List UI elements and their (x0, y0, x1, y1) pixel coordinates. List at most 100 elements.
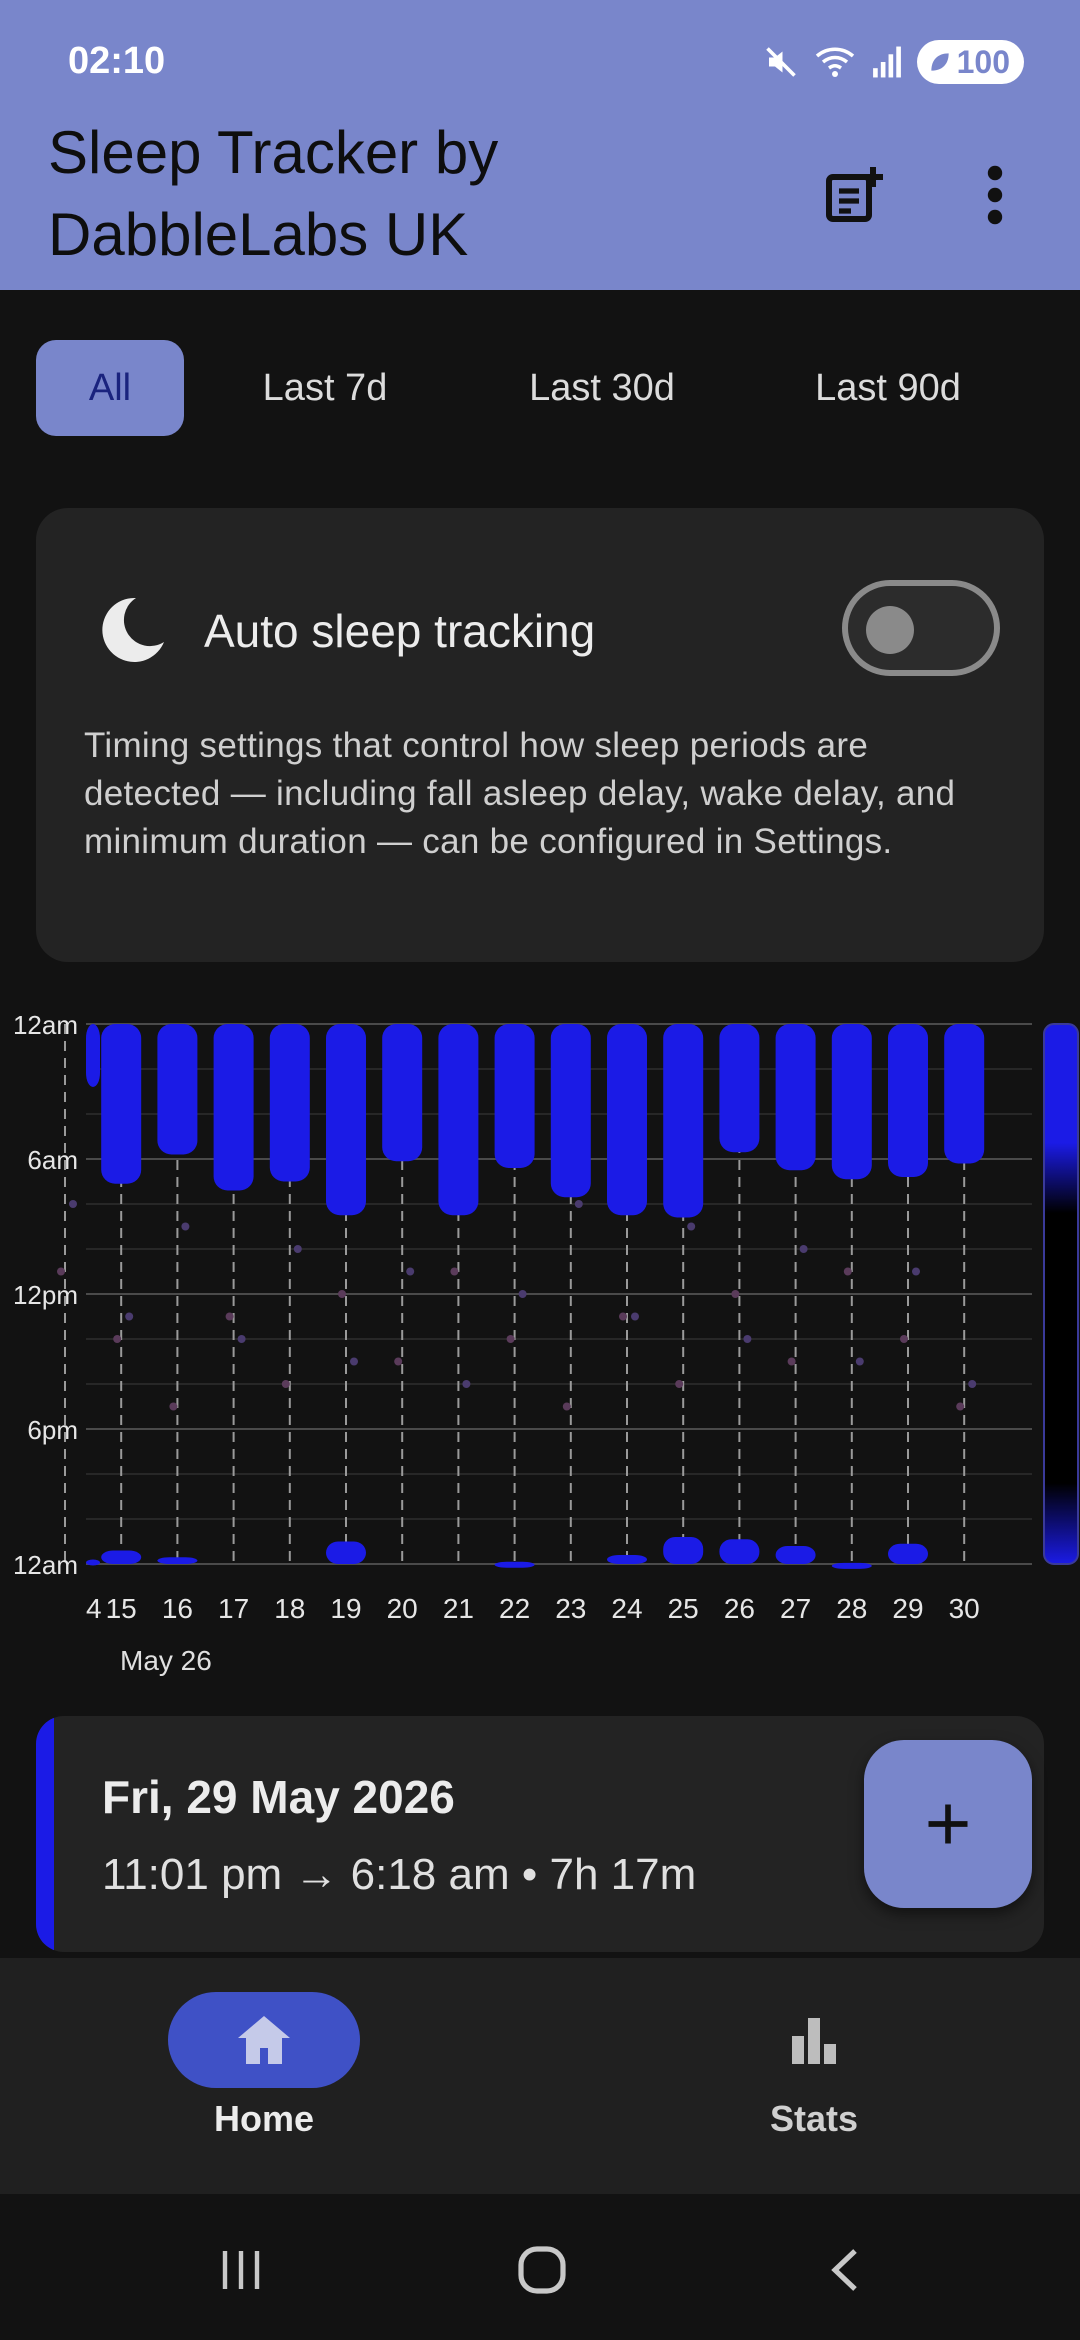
x-tick-label: 16 (162, 1593, 193, 1624)
activity-dot (181, 1222, 190, 1231)
activity-dot (394, 1357, 403, 1366)
sleep-bar[interactable] (213, 1024, 254, 1191)
sleep-bar[interactable] (101, 1024, 142, 1184)
nav-stats[interactable]: Stats (664, 1992, 964, 2140)
activity-dot (293, 1245, 302, 1253)
sleep-bar[interactable] (719, 1024, 760, 1153)
sleep-start-bar[interactable] (888, 1543, 928, 1564)
x-tick-label: 4 (86, 1593, 102, 1624)
sleep-bar[interactable] (550, 1024, 591, 1198)
activity-dot (687, 1222, 696, 1231)
chart-scrollbar[interactable] (1043, 1023, 1079, 1565)
battery-indicator: 100 (916, 40, 1024, 84)
sleep-chart: 12am 6am 12pm 6pm 12am 4 15 16 17 18 19 20 21 22 23 24… (0, 1000, 1080, 1690)
x-tick-label: 24 (611, 1593, 642, 1624)
x-tick-label: 22 (499, 1593, 530, 1624)
sleep-bar[interactable] (663, 1024, 704, 1218)
activity-dot (506, 1335, 515, 1343)
x-tick-label: 18 (274, 1593, 305, 1624)
entry-times: 11:01 pm → 6:18 am • 7h 17m (102, 1850, 697, 1899)
x-tick-label: 29 (892, 1593, 923, 1624)
activity-dot (406, 1267, 415, 1276)
activity-dot (225, 1312, 234, 1321)
y-tick-label: 6pm (27, 1415, 78, 1445)
activity-dot (281, 1380, 290, 1388)
x-tick-label: 17 (218, 1593, 249, 1624)
sleep-start-bar[interactable] (326, 1541, 366, 1565)
sleep-bar[interactable] (157, 1024, 198, 1155)
more-vert-icon (987, 165, 1003, 225)
sleep-bar[interactable] (494, 1024, 535, 1168)
signal-icon (872, 46, 901, 78)
activity-dot (69, 1200, 77, 1208)
sleep-start-bar[interactable] (775, 1546, 816, 1564)
tab-last-90d[interactable]: Last 90d (738, 340, 1038, 436)
activity-dot (237, 1335, 246, 1343)
auto-tracking-toggle[interactable] (842, 580, 1000, 676)
sleep-bar[interactable] (944, 1024, 985, 1164)
home-circle-icon (518, 2246, 566, 2294)
nav-stats-label: Stats (769, 2098, 859, 2139)
sleep-bar[interactable] (888, 1024, 928, 1177)
nav-home-label: Home (213, 2098, 315, 2139)
auto-tracking-card: Auto sleep tracking Timing settings that… (36, 508, 1044, 962)
sleep-chart-svg: 12am 6am 12pm 6pm 12am 4 15 16 17 18 19 20 21 22 23 24… (13, 1010, 1079, 1676)
sleep-bar[interactable] (831, 1024, 872, 1180)
toggle-knob (866, 606, 914, 654)
moon-icon (102, 597, 164, 662)
bottom-navigation: Home Stats (0, 1958, 1080, 2194)
sleep-start-bar[interactable] (494, 1561, 535, 1568)
y-tick-label: 12pm (13, 1280, 78, 1310)
activity-dot (912, 1267, 920, 1276)
entry-color-bar (36, 1716, 54, 1952)
add-sleep-button[interactable] (864, 1740, 1032, 1908)
sleep-bar[interactable] (775, 1024, 816, 1171)
leaf-icon (930, 53, 949, 71)
sleep-start-bar[interactable] (157, 1557, 198, 1564)
tab-last-7d[interactable]: Last 7d (184, 340, 466, 436)
home-system-button[interactable] (502, 2230, 582, 2310)
activity-dot (574, 1200, 583, 1208)
back-icon (831, 2249, 857, 2291)
battery-level: 100 (956, 43, 1010, 80)
nav-home-pill (168, 1992, 360, 2088)
activity-dot (675, 1380, 684, 1388)
x-tick-label: 23 (555, 1593, 586, 1624)
more-options-button[interactable] (960, 160, 1030, 230)
x-tick-label: 25 (668, 1593, 699, 1624)
tab-last-30d[interactable]: Last 30d (466, 340, 738, 436)
range-filter-tabs: All Last 7d Last 30d Last 90d (36, 340, 1038, 436)
tab-all[interactable]: All (36, 340, 184, 436)
sleep-bar[interactable] (382, 1024, 423, 1162)
activity-dot (968, 1380, 977, 1388)
app-title: Sleep Tracker by DabbleLabs UK (48, 119, 499, 268)
sleep-bar[interactable] (269, 1024, 310, 1182)
nav-home[interactable]: Home (114, 1992, 414, 2140)
add-note-button[interactable] (818, 160, 888, 230)
activity-dot (799, 1245, 808, 1253)
entry-date: Fri, 29 May 2026 (102, 1771, 455, 1823)
sleep-start-bar[interactable] (607, 1555, 647, 1564)
activity-dot (518, 1290, 527, 1298)
back-button[interactable] (806, 2230, 886, 2310)
add-note-icon (826, 167, 883, 222)
activity-dot (731, 1290, 740, 1298)
recent-apps-button[interactable] (202, 2230, 282, 2310)
bar-chart-icon (792, 2018, 836, 2064)
activity-dot (787, 1357, 796, 1366)
sleep-start-bar[interactable] (86, 1559, 100, 1566)
x-tick-label: 15 (106, 1593, 137, 1624)
sleep-bar[interactable] (326, 1024, 366, 1216)
sleep-start-bar[interactable] (663, 1537, 704, 1564)
status-icons: 100 (763, 40, 1024, 84)
activity-dot (125, 1312, 134, 1321)
sleep-start-bar[interactable] (831, 1562, 872, 1569)
sleep-bar[interactable] (438, 1024, 479, 1216)
sleep-bar[interactable] (607, 1024, 647, 1216)
sleep-start-bar[interactable] (101, 1550, 142, 1565)
sleep-start-bar[interactable] (719, 1539, 760, 1564)
sleep-bar[interactable] (86, 1024, 100, 1087)
activity-dot (350, 1357, 358, 1366)
wifi-icon (815, 47, 854, 77)
activity-dot (743, 1335, 752, 1343)
